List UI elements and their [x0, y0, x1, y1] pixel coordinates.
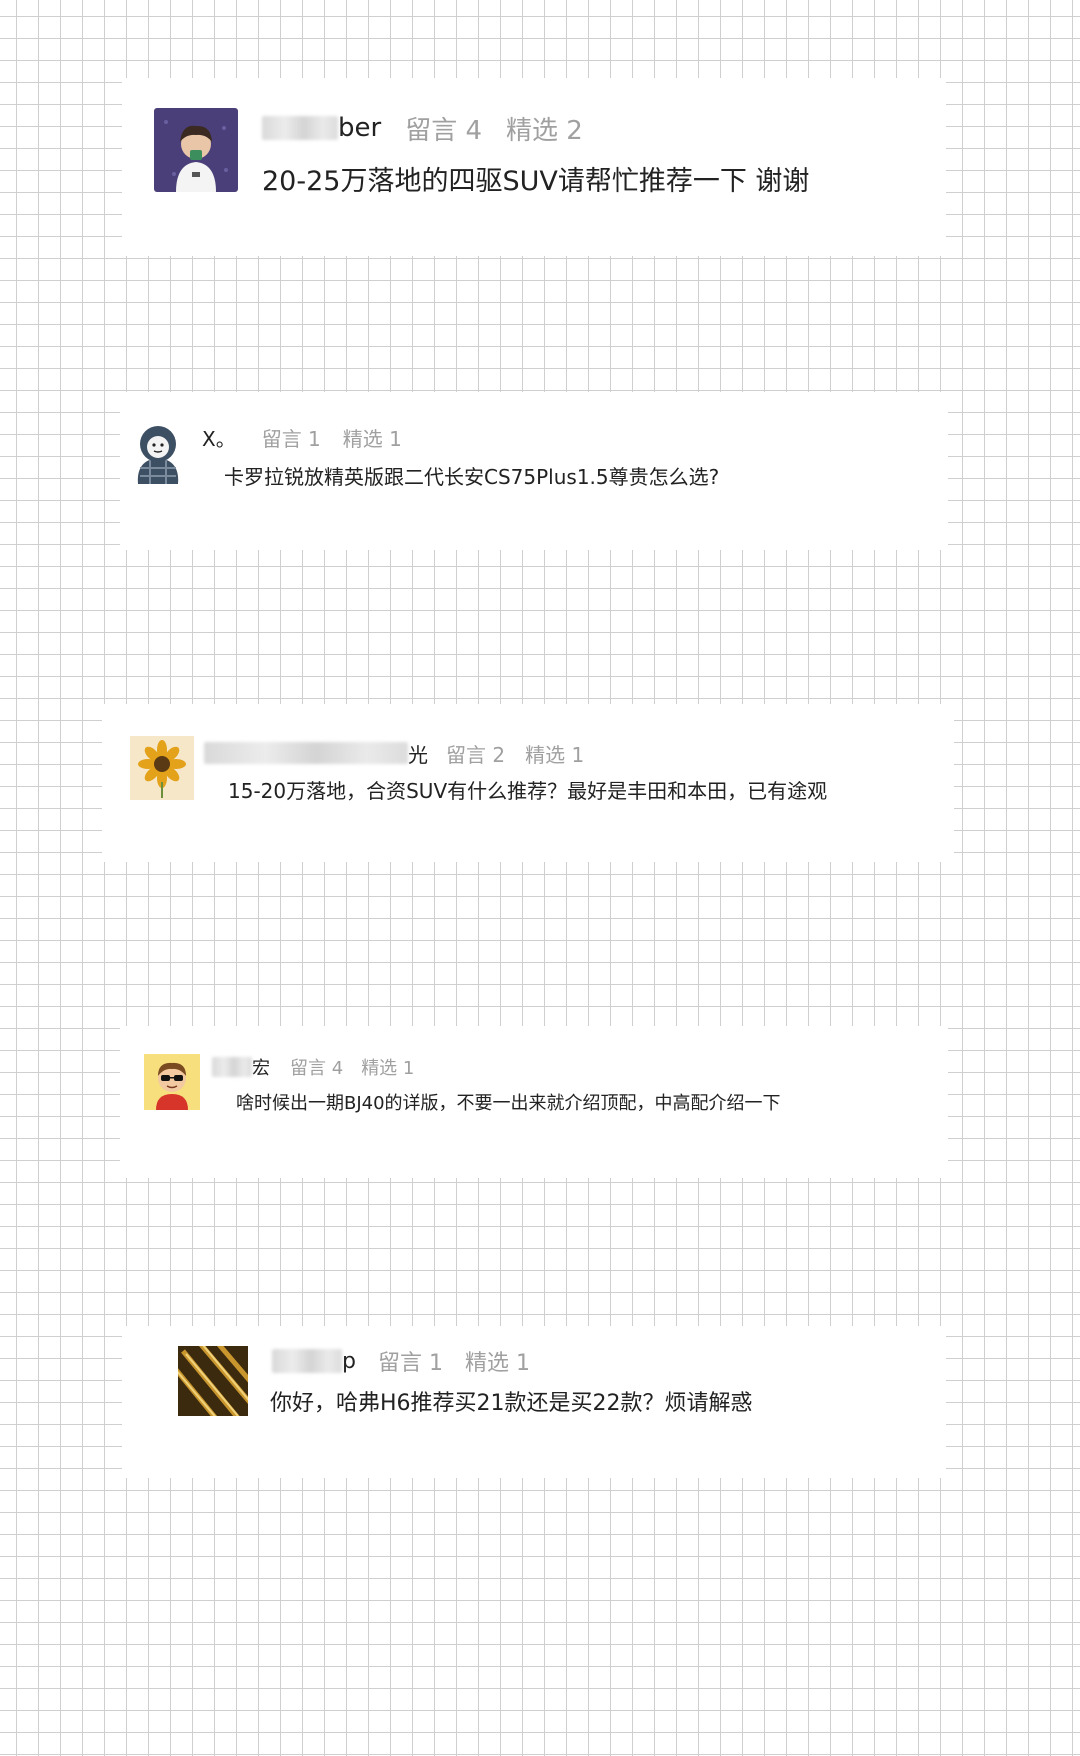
post-meta: X。 留言 1 精选 1 — [202, 422, 402, 452]
comment-card[interactable]: X。 留言 1 精选 1 卡罗拉锐放精英版跟二代长安CS75Plus1.5尊贵怎… — [120, 392, 948, 550]
question-text: 卡罗拉锐放精英版跟二代长安CS75Plus1.5尊贵怎么选? — [224, 465, 720, 489]
blurred-username — [272, 1349, 342, 1373]
question-text: 啥时候出一期BJ40的详版，不要一出来就介绍顶配，中高配介绍一下 — [236, 1093, 781, 1114]
sunglasses-cartoon-avatar-icon[interactable] — [144, 1054, 200, 1110]
post-meta: 光 留言 2 精选 1 — [204, 738, 584, 768]
comment-count: 留言 4 — [290, 1058, 344, 1079]
question-text: 你好，哈弗H6推荐买21款还是买22款？烦请解惑 — [270, 1391, 753, 1416]
post-meta: 宏 留言 4 精选 1 — [212, 1054, 414, 1080]
comment-count: 留言 1 — [261, 426, 321, 451]
post-meta: ber 留言 4 精选 2 — [262, 108, 583, 148]
blurred-username — [212, 1057, 252, 1077]
comment-count: 留言 4 — [405, 115, 483, 146]
post-meta: p 留言 1 精选 1 — [272, 1346, 530, 1376]
cartoon-hooded-avatar-icon[interactable] — [130, 420, 186, 484]
blurred-username — [262, 116, 338, 140]
blurred-username — [204, 742, 408, 764]
featured-count: 精选 1 — [464, 1351, 530, 1376]
featured-count: 精选 1 — [342, 426, 402, 451]
author-name[interactable]: ber — [338, 113, 381, 143]
comment-card[interactable]: ber 留言 4 精选 2 20-25万落地的四驱SUV请帮忙推荐一下 谢谢 — [122, 78, 946, 256]
comment-count: 留言 2 — [446, 742, 506, 767]
comment-card[interactable]: 光 留言 2 精选 1 15-20万落地，合资SUV有什么推荐？最好是丰田和本田… — [102, 704, 954, 862]
sunflower-avatar-icon[interactable] — [130, 736, 194, 800]
question-text: 20-25万落地的四驱SUV请帮忙推荐一下 谢谢 — [262, 166, 810, 197]
author-name[interactable]: 光 — [408, 739, 428, 768]
author-name[interactable]: 宏 — [252, 1054, 270, 1080]
question-text: 15-20万落地，合资SUV有什么推荐？最好是丰田和本田，已有途观 — [228, 779, 828, 803]
author-name[interactable]: p — [342, 1349, 356, 1374]
gold-texture-avatar-icon[interactable] — [178, 1346, 248, 1416]
featured-count: 精选 2 — [506, 115, 583, 146]
comment-card[interactable]: 宏 留言 4 精选 1 啥时候出一期BJ40的详版，不要一出来就介绍顶配，中高配… — [120, 1026, 948, 1178]
author-name[interactable]: X。 — [202, 423, 236, 452]
featured-count: 精选 1 — [525, 742, 585, 767]
young-man-avatar-icon[interactable] — [154, 108, 238, 192]
featured-count: 精选 1 — [361, 1058, 415, 1079]
comment-count: 留言 1 — [377, 1351, 443, 1376]
comment-card[interactable]: p 留言 1 精选 1 你好，哈弗H6推荐买21款还是买22款？烦请解惑 — [122, 1326, 946, 1478]
